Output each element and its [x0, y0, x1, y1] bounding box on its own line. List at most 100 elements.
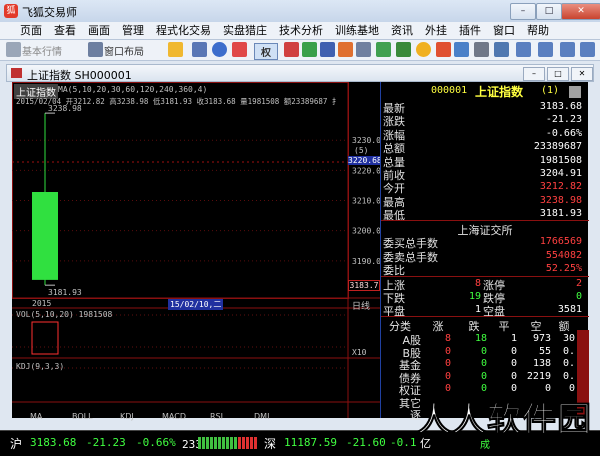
- app-title: 飞狐交易师: [22, 6, 77, 19]
- menu-screen[interactable]: 画面: [82, 22, 116, 39]
- menu-addons[interactable]: 外挂: [419, 22, 453, 39]
- menu-news[interactable]: 资讯: [385, 22, 419, 39]
- quote-row-value: -0.66%: [545, 127, 582, 139]
- category-cell: 8: [444, 333, 451, 344]
- quote-badge: (1): [541, 85, 560, 96]
- menu-view[interactable]: 查看: [48, 22, 82, 39]
- breadth-value: 2: [575, 278, 582, 289]
- close-button[interactable]: ✕: [561, 3, 600, 20]
- folder-icon[interactable]: [168, 42, 183, 57]
- y-tick-label: 3190.00: [352, 257, 380, 266]
- chart-area[interactable]: 3230.003220.003210.003200.003190.00 上证指数…: [12, 82, 382, 421]
- category-cell: 30: [562, 333, 575, 344]
- category-cell: 0: [510, 345, 517, 357]
- quote-row-value: 3212.82: [539, 181, 582, 193]
- layout-b-icon[interactable]: [538, 42, 553, 57]
- list-icon[interactable]: [356, 42, 371, 57]
- divider: [381, 220, 589, 221]
- alert-icon[interactable]: [416, 42, 431, 57]
- period-label[interactable]: 日线: [352, 299, 370, 312]
- quote-code: 000001: [431, 85, 468, 96]
- adjust-rights-button[interactable]: 权: [254, 43, 278, 60]
- drawing-icon[interactable]: [320, 42, 335, 57]
- menu-manage[interactable]: 管理: [116, 22, 150, 39]
- app-logo-icon: 狐: [4, 4, 18, 18]
- sh-index-pct: -0.66%: [136, 436, 176, 449]
- menu-page[interactable]: 页面: [14, 22, 48, 39]
- menu-training[interactable]: 训练基地: [329, 22, 385, 39]
- menu-bar: 页面 查看 画面 管理 程式化交易 实盘猎庄 技术分析 训练基地 资讯 外挂 插…: [0, 22, 600, 40]
- watermark-text: 人人软件园: [417, 400, 592, 441]
- quote-row-value: 3183.68: [539, 101, 582, 112]
- sh-index-label: 沪: [10, 437, 23, 451]
- y-tick-label: 3200.00: [352, 227, 380, 236]
- panel-menu-icon[interactable]: [569, 86, 581, 98]
- y-tick-label: 3220.00: [352, 166, 380, 175]
- data-icon[interactable]: [376, 42, 391, 57]
- category-header-cell: 空: [530, 320, 542, 333]
- order-row-value: 554082: [545, 249, 582, 261]
- quote-row-value: 1981508: [539, 154, 582, 166]
- maximize-button[interactable]: □: [536, 3, 562, 20]
- doc-close-button[interactable]: ✕: [571, 67, 593, 81]
- excel-icon[interactable]: [302, 42, 317, 57]
- menu-live-hunt[interactable]: 实盘猎庄: [217, 22, 273, 39]
- breadth-value: 1: [474, 304, 481, 315]
- indicator-tab-kdj[interactable]: KDJ: [120, 412, 134, 421]
- layout-a-icon[interactable]: [516, 42, 531, 57]
- f10-icon[interactable]: [454, 42, 469, 57]
- y-axis-ticks: 3230.00 3220.00 3210.00 3200.00 3190.00: [12, 136, 380, 266]
- sz-index-pct: -0.1: [390, 436, 417, 449]
- basic-quote-icon: [6, 42, 21, 57]
- indicator-tab-macd[interactable]: MACD: [162, 412, 186, 421]
- monitor-icon[interactable]: [494, 42, 509, 57]
- category-header-cell: 涨: [432, 320, 444, 333]
- doc-minimize-button[interactable]: –: [523, 67, 545, 81]
- flag-icon[interactable]: [436, 42, 451, 57]
- menu-help[interactable]: 帮助: [521, 22, 555, 39]
- indicator-tab-boll[interactable]: BOLL: [72, 412, 93, 421]
- crosshair-icon[interactable]: [212, 42, 227, 57]
- window-layout-button[interactable]: 窗口布局: [104, 43, 144, 58]
- quote-row-value: 3204.91: [539, 168, 582, 179]
- sh-breadth-bar: [198, 437, 238, 449]
- cursor-date-label: 15/02/10,二: [168, 299, 224, 310]
- indicator-tab-ma[interactable]: MA: [30, 412, 42, 421]
- quote-name: 上证指数: [475, 85, 524, 99]
- report-icon[interactable]: [338, 42, 353, 57]
- indicator-tab-rsi[interactable]: RSI: [210, 412, 223, 421]
- divider: [381, 316, 589, 317]
- basic-quote-button[interactable]: 基本行情: [22, 43, 62, 58]
- menu-technical-analysis[interactable]: 技术分析: [273, 22, 329, 39]
- settings-grid-icon[interactable]: [284, 42, 299, 57]
- category-cell: 0: [444, 345, 451, 357]
- sz-index-label: 深: [264, 437, 277, 451]
- doc-maximize-button[interactable]: □: [547, 67, 569, 81]
- category-cell: 1: [510, 333, 517, 344]
- candlestick-icon[interactable]: [232, 42, 247, 57]
- category-cell: 0.: [562, 345, 575, 357]
- window-layout-icon: [88, 42, 103, 57]
- minimize-button[interactable]: –: [510, 3, 536, 20]
- category-name: 逐: [410, 409, 421, 422]
- layout-d-icon[interactable]: [580, 42, 595, 57]
- category-cell: 0: [480, 345, 487, 357]
- tag-icon[interactable]: [396, 42, 411, 57]
- sh-index-value: 3183.68: [30, 436, 77, 449]
- breadth-value: 3581: [557, 304, 582, 315]
- quote-panel: 000001 上证指数 (1) 最新 3183.68 涨跌 -21.23 涨幅 -0.66…: [380, 82, 589, 422]
- category-cell: 0: [480, 370, 487, 382]
- price-chart[interactable]: 3230.00 3220.00 3210.00 3200.00 3190.00: [12, 82, 380, 418]
- sh-index-change: -21.23: [86, 436, 126, 449]
- category-cell: 55: [538, 345, 551, 357]
- menu-plugins[interactable]: 插件: [453, 22, 487, 39]
- cursor-price-label: 3220.68: [348, 156, 382, 165]
- menu-window[interactable]: 窗口: [487, 22, 521, 39]
- sh-breadth-bar-red: [238, 437, 258, 449]
- y-tick-label: 3210.00: [352, 197, 380, 206]
- chart-grid-icon[interactable]: [192, 42, 207, 57]
- indicator-tab-dmi[interactable]: DMI: [254, 412, 269, 421]
- layout-c-icon[interactable]: [560, 42, 575, 57]
- info-icon[interactable]: [474, 42, 489, 57]
- menu-programmatic-trading[interactable]: 程式化交易: [150, 22, 217, 39]
